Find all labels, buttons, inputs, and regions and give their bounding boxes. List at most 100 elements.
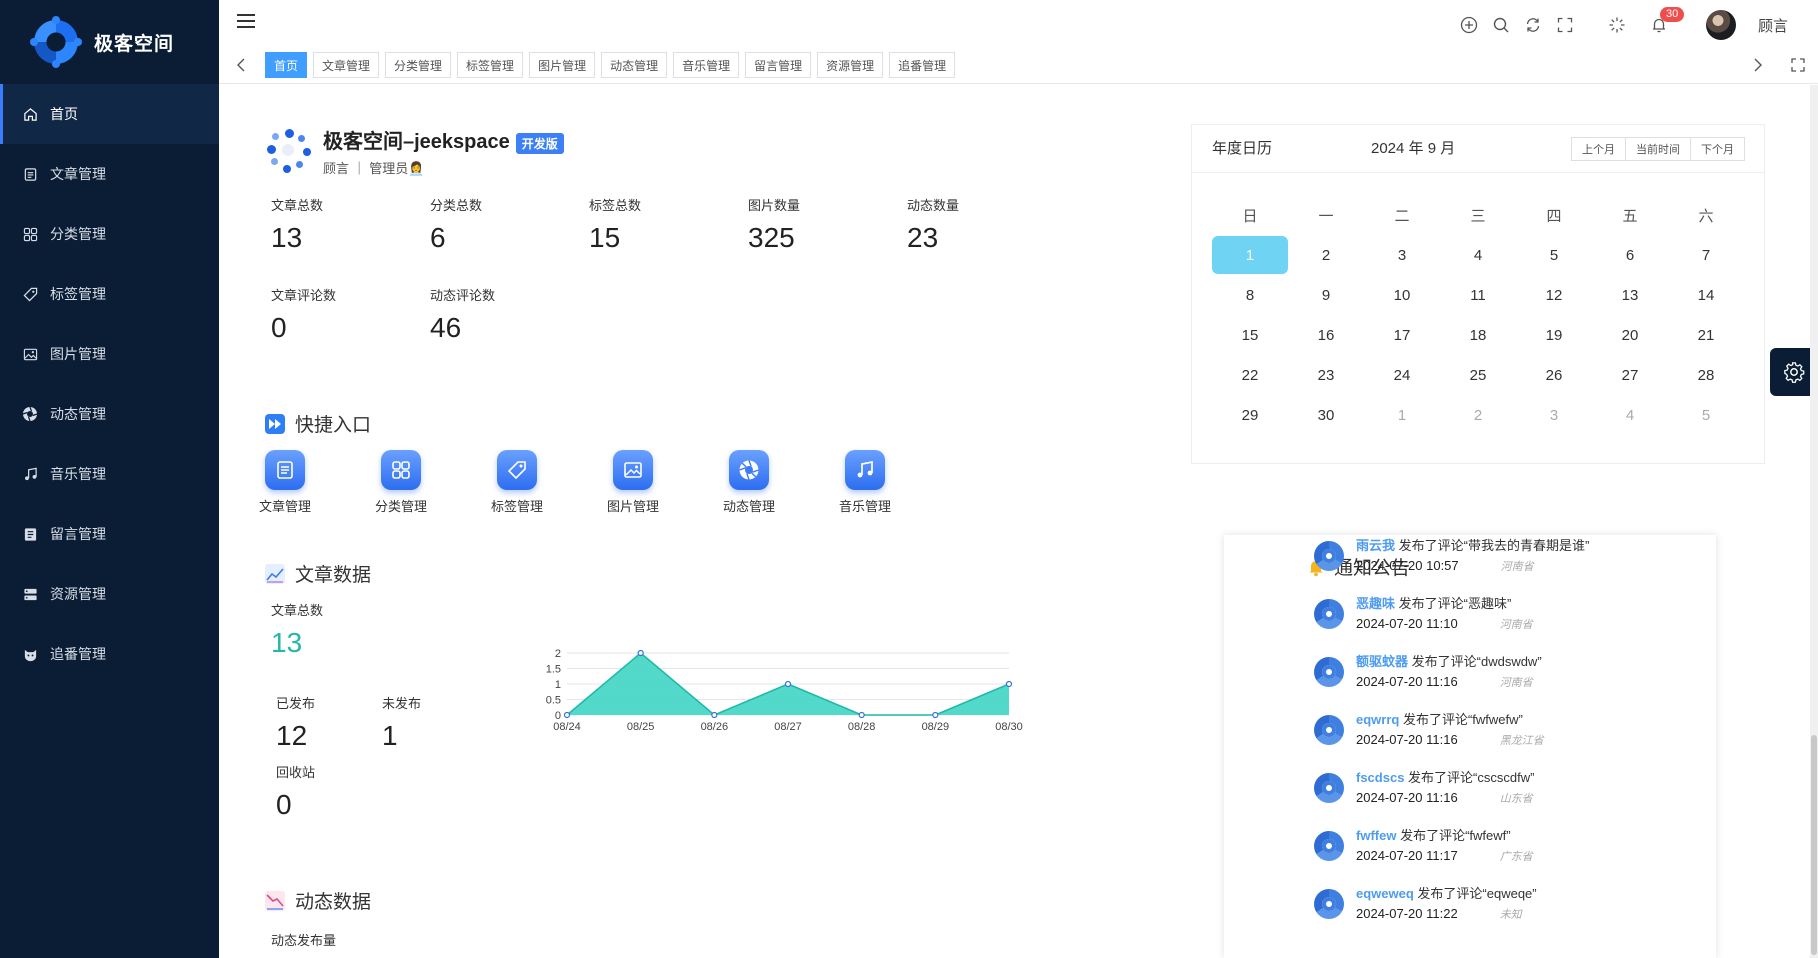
- calendar-day[interactable]: 18: [1440, 316, 1516, 354]
- calendar-day[interactable]: 7: [1668, 236, 1744, 274]
- notice-user[interactable]: eqwrrq: [1356, 712, 1399, 727]
- calendar-day[interactable]: 3: [1516, 396, 1592, 434]
- notice-user[interactable]: 雨云我: [1356, 538, 1395, 553]
- quick-music[interactable]: 音乐管理: [835, 450, 895, 515]
- tab-next-icon[interactable]: [1750, 56, 1766, 74]
- tab-anime[interactable]: 追番管理: [889, 52, 956, 78]
- tab-prev-icon[interactable]: [233, 56, 249, 74]
- today-button[interactable]: 当前时间: [1626, 137, 1691, 161]
- calendar-day[interactable]: 1: [1364, 396, 1440, 434]
- sidebar-item-home[interactable]: 首页: [0, 84, 219, 144]
- search-icon[interactable]: [1492, 16, 1510, 34]
- calendar-grid: 日一二三四五六 1 2 3 4 5 6 7 8 9 10 11 12 13 14 15 16 17 18 19 20 21…: [1212, 195, 1744, 435]
- notice-action: 发布了评论“恶趣味”: [1398, 595, 1512, 611]
- calendar-day[interactable]: 10: [1364, 276, 1440, 314]
- notice-item[interactable]: eqweweq 发布了评论“eqweqe” 2024-07-20 11:22 未知: [1314, 875, 1674, 933]
- tab-articles[interactable]: 文章管理: [313, 52, 380, 78]
- app-logo[interactable]: 极客空间: [0, 0, 219, 84]
- scrollbar-thumb[interactable]: [1811, 735, 1817, 955]
- sidebar-item-messages[interactable]: 留言管理: [0, 504, 219, 564]
- loading-icon[interactable]: [1608, 16, 1626, 34]
- next-month-button[interactable]: 下个月: [1691, 137, 1745, 161]
- sidebar-item-articles[interactable]: 文章管理: [0, 144, 219, 204]
- avatar[interactable]: [1705, 10, 1736, 40]
- calendar-day[interactable]: 4: [1440, 236, 1516, 274]
- add-circle-icon[interactable]: [1460, 16, 1478, 34]
- sidebar-item-images[interactable]: 图片管理: [0, 324, 219, 384]
- sidebar-item-tags[interactable]: 标签管理: [0, 264, 219, 324]
- tab-fullscreen-icon[interactable]: [1790, 56, 1806, 74]
- tab-tags[interactable]: 标签管理: [457, 52, 524, 78]
- notice-action: 发布了评论“cscscdfw”: [1408, 769, 1535, 785]
- top-bar: 30 顾言 首页 文章管理 分类管理 标签管理 图片管理 动态管理 音乐管理 留…: [219, 0, 1818, 84]
- quick-dynamics[interactable]: 动态管理: [719, 450, 779, 515]
- calendar-day[interactable]: 26: [1516, 356, 1592, 394]
- tab-dynamics[interactable]: 动态管理: [601, 52, 668, 78]
- calendar-day[interactable]: 1: [1212, 236, 1288, 274]
- calendar-day[interactable]: 21: [1668, 316, 1744, 354]
- sidebar-item-music[interactable]: 音乐管理: [0, 444, 219, 504]
- calendar-day[interactable]: 20: [1592, 316, 1668, 354]
- notice-user[interactable]: eqweweq: [1356, 886, 1414, 901]
- notice-user[interactable]: fscdscs: [1356, 770, 1404, 785]
- calendar-day[interactable]: 28: [1668, 356, 1744, 394]
- calendar-day[interactable]: 23: [1288, 356, 1364, 394]
- quick-categories[interactable]: 分类管理: [371, 450, 431, 515]
- quick-tags[interactable]: 标签管理: [487, 450, 547, 515]
- calendar-day[interactable]: 30: [1288, 396, 1364, 434]
- calendar-day[interactable]: 19: [1516, 316, 1592, 354]
- page-scrollbar[interactable]: [1810, 85, 1818, 958]
- tab-home[interactable]: 首页: [265, 52, 308, 78]
- refresh-icon[interactable]: [1524, 16, 1542, 34]
- notice-item[interactable]: 额驱蚊器 发布了评论“dwdswdw” 2024-07-20 11:16 河南省: [1314, 643, 1674, 701]
- calendar-day[interactable]: 9: [1288, 276, 1364, 314]
- calendar-day[interactable]: 6: [1592, 236, 1668, 274]
- calendar-day[interactable]: 24: [1364, 356, 1440, 394]
- notice-user[interactable]: fwffew: [1356, 828, 1396, 843]
- calendar-day[interactable]: 27: [1592, 356, 1668, 394]
- user-name[interactable]: 顾言: [1758, 15, 1788, 36]
- sidebar-item-dynamics[interactable]: 动态管理: [0, 384, 219, 444]
- calendar-day[interactable]: 5: [1668, 396, 1744, 434]
- calendar-day[interactable]: 25: [1440, 356, 1516, 394]
- notice-item[interactable]: 恶趣味 发布了评论“恶趣味” 2024-07-20 11:10 河南省: [1314, 585, 1674, 643]
- calendar-day[interactable]: 2: [1440, 396, 1516, 434]
- notice-item[interactable]: eqwrrq 发布了评论“fwfwefw” 2024-07-20 11:16 黑龙…: [1314, 701, 1674, 759]
- quick-articles[interactable]: 文章管理: [255, 450, 315, 515]
- tab-categories[interactable]: 分类管理: [385, 52, 452, 78]
- notice-item[interactable]: fwffew 发布了评论“fwfewf” 2024-07-20 11:17 广东省: [1314, 817, 1674, 875]
- tab-images[interactable]: 图片管理: [529, 52, 596, 78]
- calendar-day[interactable]: 15: [1212, 316, 1288, 354]
- calendar-day[interactable]: 14: [1668, 276, 1744, 314]
- calendar-day[interactable]: 4: [1592, 396, 1668, 434]
- calendar-day[interactable]: 5: [1516, 236, 1592, 274]
- prev-month-button[interactable]: 上个月: [1571, 137, 1626, 161]
- calendar-day[interactable]: 11: [1440, 276, 1516, 314]
- fullscreen-icon[interactable]: [1556, 16, 1574, 34]
- notice-user[interactable]: 额驱蚊器: [1356, 654, 1408, 669]
- notice-item[interactable]: 雨云我 发布了评论“带我去的青春期是谁” 2024-07-20 10:57 河南省: [1314, 535, 1674, 585]
- notification-bell-icon[interactable]: 30: [1650, 7, 1685, 34]
- menu-toggle-icon[interactable]: [237, 14, 255, 28]
- calendar-day[interactable]: 2: [1288, 236, 1364, 274]
- sidebar-item-resources[interactable]: 资源管理: [0, 564, 219, 624]
- calendar-day[interactable]: 12: [1516, 276, 1592, 314]
- calendar-day[interactable]: 16: [1288, 316, 1364, 354]
- quick-images[interactable]: 图片管理: [603, 450, 663, 515]
- tab-resources[interactable]: 资源管理: [817, 52, 884, 78]
- calendar-day[interactable]: 13: [1592, 276, 1668, 314]
- calendar-day[interactable]: 3: [1364, 236, 1440, 274]
- sidebar-item-anime[interactable]: 追番管理: [0, 624, 219, 684]
- notice-item[interactable]: fscdscs 发布了评论“cscscdfw” 2024-07-20 11:16…: [1314, 759, 1674, 817]
- calendar-day[interactable]: 29: [1212, 396, 1288, 434]
- tab-messages[interactable]: 留言管理: [745, 52, 812, 78]
- data-point: [784, 680, 792, 688]
- calendar-day[interactable]: 8: [1212, 276, 1288, 314]
- notice-user[interactable]: 恶趣味: [1356, 596, 1395, 611]
- tab-music[interactable]: 音乐管理: [673, 52, 740, 78]
- sidebar-item-categories[interactable]: 分类管理: [0, 204, 219, 264]
- calendar-day[interactable]: 17: [1364, 316, 1440, 354]
- notification-badge: 30: [1659, 7, 1685, 22]
- stat-value: 325: [748, 222, 795, 253]
- calendar-day[interactable]: 22: [1212, 356, 1288, 394]
